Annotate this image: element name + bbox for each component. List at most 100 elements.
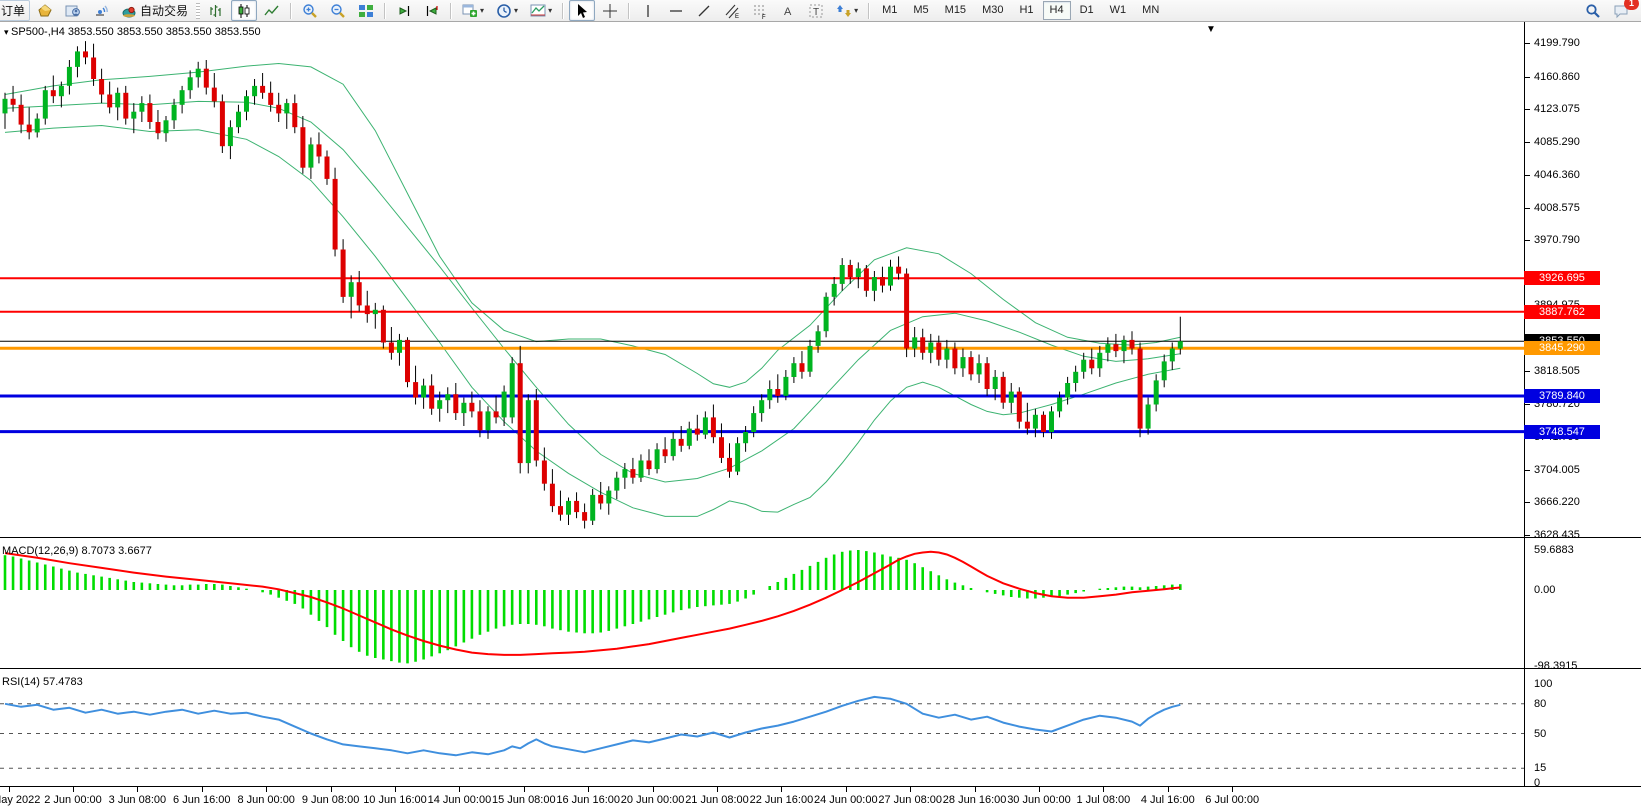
arrow-objects-icon [836,3,852,19]
svg-text:F: F [762,15,766,19]
horizontal-line-button[interactable] [663,0,689,21]
candle-body [751,413,756,432]
macd-chart [0,542,1524,668]
price-tick [1524,404,1530,405]
bar-chart-button[interactable] [203,0,229,21]
candle-body [1089,360,1094,369]
profile-button[interactable] [60,0,86,21]
timeframe-button-d1[interactable]: D1 [1073,1,1101,20]
candle-body [510,363,515,417]
timeframe-button-mn[interactable]: MN [1135,1,1166,20]
candle-body [993,377,998,389]
timeframe-button-w1[interactable]: W1 [1103,1,1134,20]
trendline-button[interactable] [691,0,717,21]
candle-body [75,51,80,67]
toolbar-grip [196,3,200,19]
rsi-panel[interactable] [0,672,1641,786]
equidistant-channel-icon: E [724,3,740,19]
periods-button[interactable]: ▾ [491,0,523,21]
chevron-down-icon: ▾ [480,6,484,15]
signal-button[interactable] [88,0,114,21]
candle-body [1025,422,1030,429]
timeframe-button-h1[interactable]: H1 [1012,1,1040,20]
candle-body [961,357,966,368]
indicators-button[interactable]: ▾ [525,0,557,21]
timeframe-button-h4[interactable]: H4 [1043,1,1071,20]
new-chart-button[interactable]: ▾ [457,0,489,21]
price-chart-panel[interactable] [0,22,1641,537]
time-tick [653,787,654,792]
candle-body [421,386,426,398]
timeframe-button-m1[interactable]: M1 [875,1,904,20]
candlestick-chart[interactable] [0,22,1524,537]
tile-windows-button[interactable] [353,0,379,21]
candle-body [1017,392,1022,422]
candle-body [1105,344,1110,353]
macd-panel[interactable] [0,542,1641,668]
gold-nugget-icon[interactable] [32,0,58,21]
text-button[interactable]: A [775,0,801,21]
channel-button[interactable]: E [719,0,745,21]
time-tick-label: 28 Jun 16:00 [943,794,1007,806]
time-tick [266,787,267,792]
timeframe-button-m5[interactable]: M5 [906,1,935,20]
fibonacci-button[interactable]: F [747,0,773,21]
candle-body [695,429,700,435]
candle-body [397,340,402,353]
candle-body [381,310,386,343]
chevron-down-icon: ▾ [514,6,518,15]
cursor-button[interactable] [569,0,595,21]
zoom-in-button[interactable] [297,0,323,21]
time-tick-label: 8 Jun 00:00 [237,794,295,806]
vertical-line-button[interactable] [635,0,661,21]
macd-axis-label: -98.3915 [1534,660,1577,672]
candle-chart-button[interactable] [231,0,257,21]
quick-trade-expander[interactable]: ▾ [4,27,11,37]
candle-body [727,458,732,472]
arrows-button[interactable]: ▾ [831,0,863,21]
rsi-axis-label: 50 [1534,728,1546,740]
bollinger-lower-band [5,126,1180,517]
crosshair-button[interactable] [597,0,623,21]
auto-scroll-button[interactable] [391,0,417,21]
time-tick [717,787,718,792]
candle-body [679,439,684,446]
candle-body [816,331,821,346]
candle-body [534,400,539,460]
candle-body [228,127,233,146]
candle-body [478,411,483,430]
candle-body [936,343,941,360]
timeframe-button-m15[interactable]: M15 [938,1,973,20]
time-tick-label: 4 Jul 16:00 [1141,794,1195,806]
candle-body [743,432,748,443]
candle-body [630,469,635,478]
candle-body [284,103,289,113]
chart-shift-marker[interactable]: ▼ [1206,24,1216,35]
candle-body [1122,340,1127,351]
time-tick-label: 3 Jun 08:00 [109,794,167,806]
new-order-button[interactable]: 订单 [0,0,30,21]
rsi-indicator-label: RSI(14) 57.4783 [2,676,83,688]
time-tick [1232,787,1233,792]
time-axis[interactable]: 31 May 20222 Jun 00:003 Jun 08:006 Jun 1… [0,787,1641,810]
candle-body [1178,341,1183,348]
chart-shift-button[interactable] [419,0,445,21]
zoom-out-button[interactable] [325,0,351,21]
time-tick-label: 30 Jun 00:00 [1007,794,1071,806]
candle-body [864,268,869,290]
text-label-button[interactable]: T [803,0,829,21]
candle-body [1081,360,1086,372]
auto-trading-button[interactable]: 自动交易 [116,0,193,21]
candle-body [896,267,901,274]
text-label-icon: T [808,3,824,19]
price-tick-label: 3970.790 [1534,234,1580,246]
candle-body [341,250,346,297]
timeframe-button-m30[interactable]: M30 [975,1,1010,20]
candle-body [172,105,177,121]
text-icon: A [780,3,796,19]
toolbar-separator [562,3,564,19]
line-chart-button[interactable] [259,0,285,21]
price-axis[interactable]: 4199.7904160.8604123.0754085.2904046.360… [1524,0,1641,810]
candle-body [107,95,112,108]
svg-text:E: E [735,14,739,19]
